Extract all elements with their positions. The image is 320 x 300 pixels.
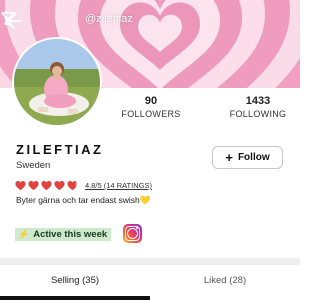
following-count: 1433 — [245, 95, 271, 107]
follow-button[interactable]: + Follow — [212, 146, 283, 169]
heart-full-icon — [54, 181, 65, 191]
profile-location: Sweden — [16, 160, 51, 171]
avatar-photo — [14, 39, 100, 125]
heart-full-icon — [41, 181, 52, 191]
tab-selling[interactable]: Selling (35) — [0, 270, 150, 292]
followers-stat[interactable]: 90 FOLLOWERS — [111, 95, 191, 119]
followers-label: FOLLOWERS — [121, 109, 181, 119]
section-divider — [0, 258, 300, 265]
heart-partial-icon — [67, 181, 78, 191]
selected-tab-indicator — [0, 296, 150, 300]
profile-bio: Byter gärna och tar endast swish💛 — [16, 195, 151, 205]
username-handle: @zileftiaz — [85, 13, 133, 25]
avatar[interactable] — [12, 37, 102, 127]
plus-icon: + — [225, 150, 233, 165]
more-vertical-icon[interactable] — [0, 10, 12, 26]
followers-count: 90 — [144, 95, 158, 107]
profile-name: ZILEFTIAZ — [16, 142, 104, 157]
tab-liked[interactable]: Liked (28) — [150, 270, 300, 292]
following-label: FOLLOWING — [229, 109, 287, 119]
rating-hearts — [15, 180, 78, 191]
follow-label: Follow — [237, 152, 270, 163]
instagram-icon[interactable] — [123, 224, 142, 243]
lightning-icon: ⚡ — [18, 229, 30, 239]
top-bar: @zileftiaz — [0, 10, 300, 32]
heart-full-icon — [15, 181, 26, 191]
rating-link[interactable]: 4.8/5 (14 RATINGS) — [85, 181, 152, 190]
active-status-badge: ⚡ Active this week — [15, 228, 112, 241]
following-stat[interactable]: 1433 FOLLOWING — [218, 95, 298, 119]
active-status-label: Active this week — [33, 229, 108, 240]
heart-full-icon — [28, 181, 39, 191]
